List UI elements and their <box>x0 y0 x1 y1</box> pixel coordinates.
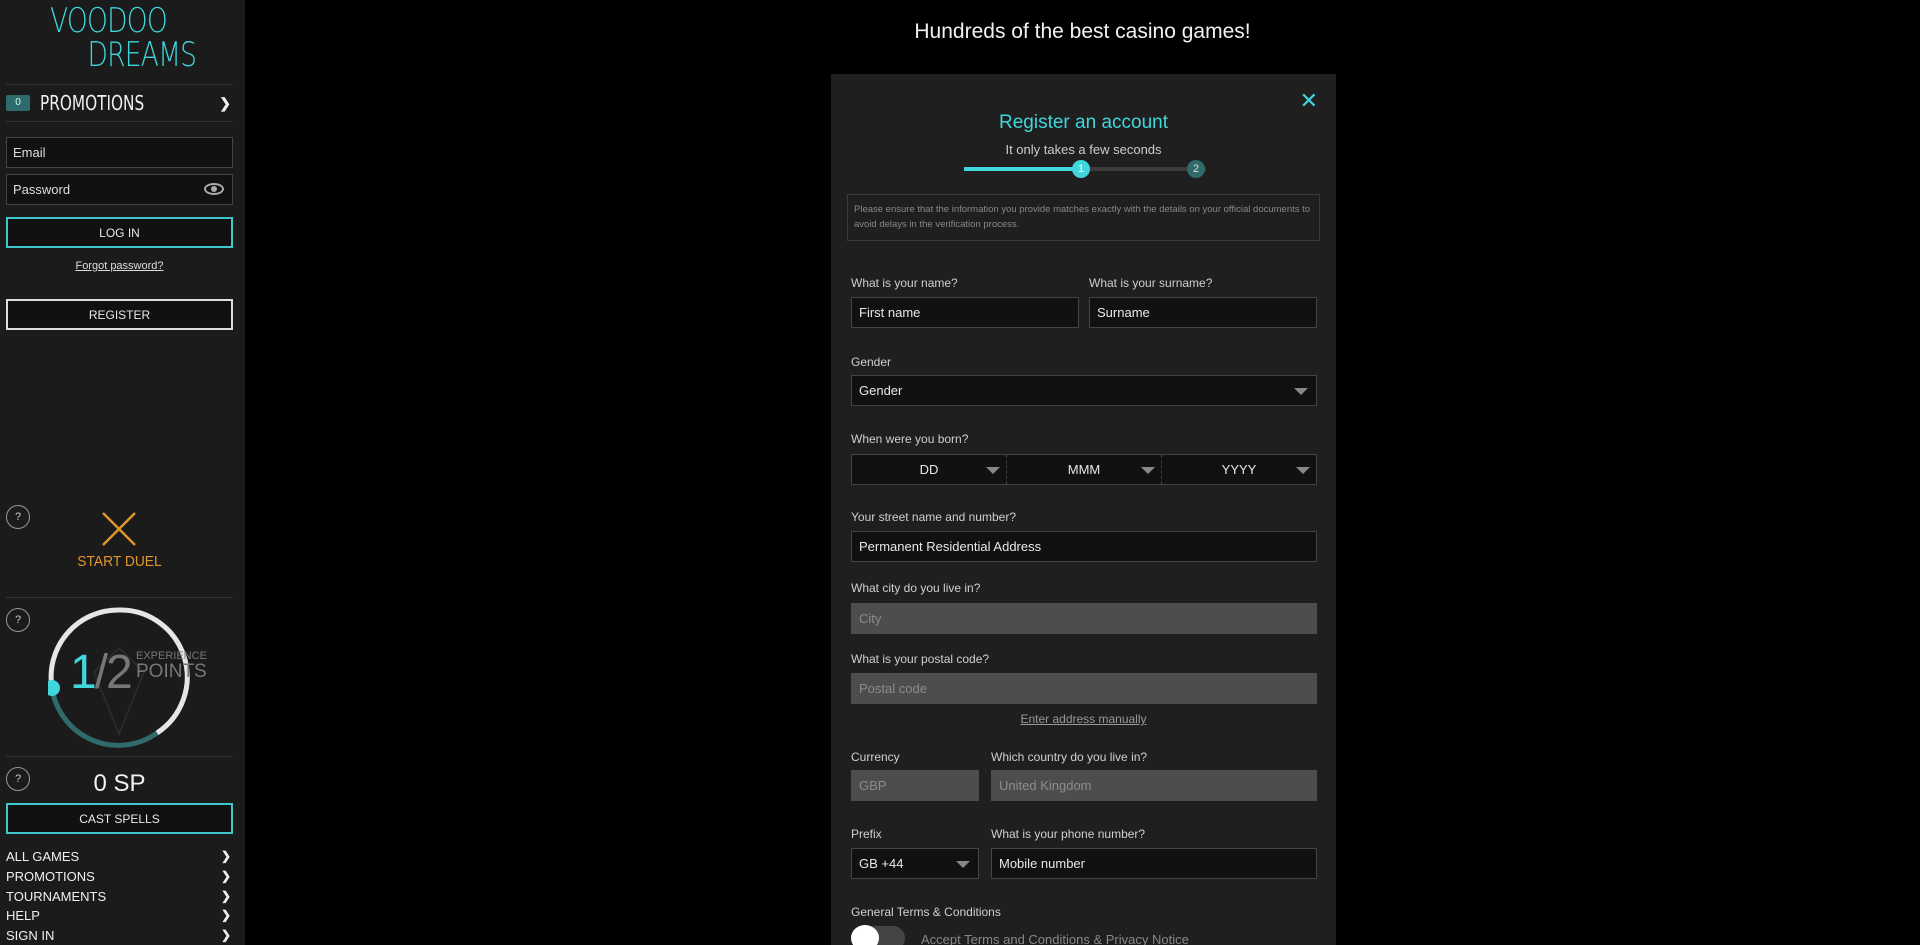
start-duel-button[interactable]: START DUEL <box>15 553 224 570</box>
currency-label: Currency <box>851 750 900 764</box>
chevron-down-icon <box>1294 388 1308 395</box>
country-label: Which country do you live in? <box>991 750 1148 764</box>
sidebar: VOODOO DREAMS 0 PROMOTIONS ❯ Email Passw… <box>0 0 245 945</box>
xp-label-big: POINTS <box>136 661 207 682</box>
chevron-down-icon <box>956 861 970 868</box>
dob-group: DD MMM YYYY <box>851 454 1317 485</box>
prefix-label: Prefix <box>851 827 882 841</box>
step-2-indicator: 2 <box>1187 160 1205 178</box>
spell-points: 0 SP <box>93 770 146 797</box>
duel-help-icon[interactable]: ? <box>6 505 30 529</box>
chevron-right-icon: ❯ <box>220 908 231 922</box>
modal-title: Register an account <box>999 112 1168 133</box>
gender-value: Gender <box>859 383 903 398</box>
dob-label: When were you born? <box>851 432 969 446</box>
street-label: Your street name and number? <box>851 510 1016 524</box>
eye-icon[interactable] <box>204 183 224 195</box>
gender-label: Gender <box>851 355 892 369</box>
progress-fill <box>964 167 1085 171</box>
page-title: Hundreds of the best casino games! <box>914 20 1251 43</box>
divider <box>6 121 233 122</box>
dob-year-select[interactable]: YYYY <box>1161 455 1316 484</box>
chevron-right-icon: ❯ <box>220 869 231 883</box>
logo-line-1: VOODOO <box>50 1 168 41</box>
phone-input[interactable]: Mobile number <box>991 848 1317 879</box>
chevron-right-icon: ❯ <box>220 849 231 863</box>
prefix-select[interactable]: GB +44 <box>851 848 979 879</box>
chevron-down-icon <box>1296 467 1310 474</box>
prefix-value: GB +44 <box>859 856 904 871</box>
step-1-indicator: 1 <box>1072 160 1090 178</box>
nav-label: HELP <box>6 908 40 923</box>
street-input[interactable]: Permanent Residential Address <box>851 531 1317 562</box>
verification-notice: Please ensure that the information you p… <box>847 194 1320 241</box>
close-icon[interactable]: ✕ <box>1300 88 1318 114</box>
xp-current: 1 <box>70 646 97 699</box>
chevron-right-icon: ❯ <box>220 889 231 903</box>
first-name-input[interactable]: First name <box>851 297 1079 328</box>
xp-help-icon[interactable]: ? <box>6 608 30 632</box>
modal-subtitle: It only takes a few seconds <box>1005 142 1162 157</box>
crossed-swords-icon[interactable] <box>100 510 138 548</box>
divider <box>6 756 233 757</box>
currency-field[interactable]: GBP <box>851 770 979 801</box>
nav-item-tournaments[interactable]: TOURNAMENTS ❯ <box>6 889 233 907</box>
chevron-right-icon: ❯ <box>220 928 231 942</box>
postal-label: What is your postal code? <box>851 652 990 666</box>
chevron-down-icon <box>1141 467 1155 474</box>
gender-select[interactable]: Gender <box>851 375 1317 406</box>
surname-input[interactable]: Surname <box>1089 297 1317 328</box>
app-window: VOODOO DREAMS 0 PROMOTIONS ❯ Email Passw… <box>0 0 1920 945</box>
city-input[interactable]: City <box>851 603 1317 634</box>
nav-label: SIGN IN <box>6 928 55 943</box>
dob-month-select[interactable]: MMM <box>1006 455 1161 484</box>
register-button[interactable]: REGISTER <box>6 299 233 330</box>
postal-code-input[interactable]: Postal code <box>851 673 1317 704</box>
promotions-count-badge: 0 <box>6 95 30 111</box>
divider <box>6 597 233 598</box>
register-modal: ✕ Register an account It only takes a fe… <box>831 74 1336 945</box>
name-label: What is your name? <box>851 276 958 290</box>
country-field[interactable]: United Kingdom <box>991 770 1317 801</box>
nav-item-sign-in[interactable]: SIGN IN ❯ <box>6 928 233 945</box>
nav-label: PROMOTIONS <box>6 869 95 884</box>
brand-logo[interactable]: VOODOO DREAMS <box>50 1 197 76</box>
city-label: What city do you live in? <box>851 581 981 595</box>
xp-counter: 1/2 <box>70 645 133 700</box>
promotions-toggle[interactable]: 0 PROMOTIONS ❯ <box>6 88 233 118</box>
surname-label: What is your surname? <box>1089 276 1213 290</box>
phone-label: What is your phone number? <box>991 827 1146 841</box>
accept-terms-label[interactable]: Accept Terms and Conditions & Privacy No… <box>921 932 1189 945</box>
email-input[interactable]: Email <box>6 137 233 168</box>
promotions-label: PROMOTIONS <box>40 91 145 115</box>
password-placeholder: Password <box>13 182 71 197</box>
nav-item-promotions[interactable]: PROMOTIONS ❯ <box>6 869 233 887</box>
nav-item-help[interactable]: HELP ❯ <box>6 908 233 926</box>
xp-slash: / <box>94 646 108 699</box>
nav-item-all-games[interactable]: ALL GAMES ❯ <box>6 849 233 867</box>
dob-day-value: DD <box>919 462 939 477</box>
forgot-password-link[interactable]: Forgot password? <box>6 260 233 272</box>
dob-year-value: YYYY <box>1221 462 1257 477</box>
chevron-down-icon <box>986 467 1000 474</box>
nav-label: ALL GAMES <box>6 849 80 864</box>
accept-terms-toggle[interactable] <box>851 925 905 945</box>
xp-total: 2 <box>106 646 133 699</box>
enter-address-manually-link[interactable]: Enter address manually <box>831 712 1336 726</box>
dob-day-select[interactable]: DD <box>852 455 1006 484</box>
nav-label: TOURNAMENTS <box>6 889 107 904</box>
terms-label: General Terms & Conditions <box>851 905 1001 919</box>
login-button[interactable]: LOG IN <box>6 217 233 248</box>
password-input[interactable]: Password <box>6 174 233 205</box>
divider <box>6 84 233 85</box>
logo-line-2: DREAMS <box>87 35 197 75</box>
dob-month-value: MMM <box>1067 462 1101 477</box>
chevron-right-icon: ❯ <box>219 94 231 111</box>
cast-spells-button[interactable]: CAST SPELLS <box>6 803 233 834</box>
xp-label: EXPERIENCE POINTS <box>136 651 207 682</box>
